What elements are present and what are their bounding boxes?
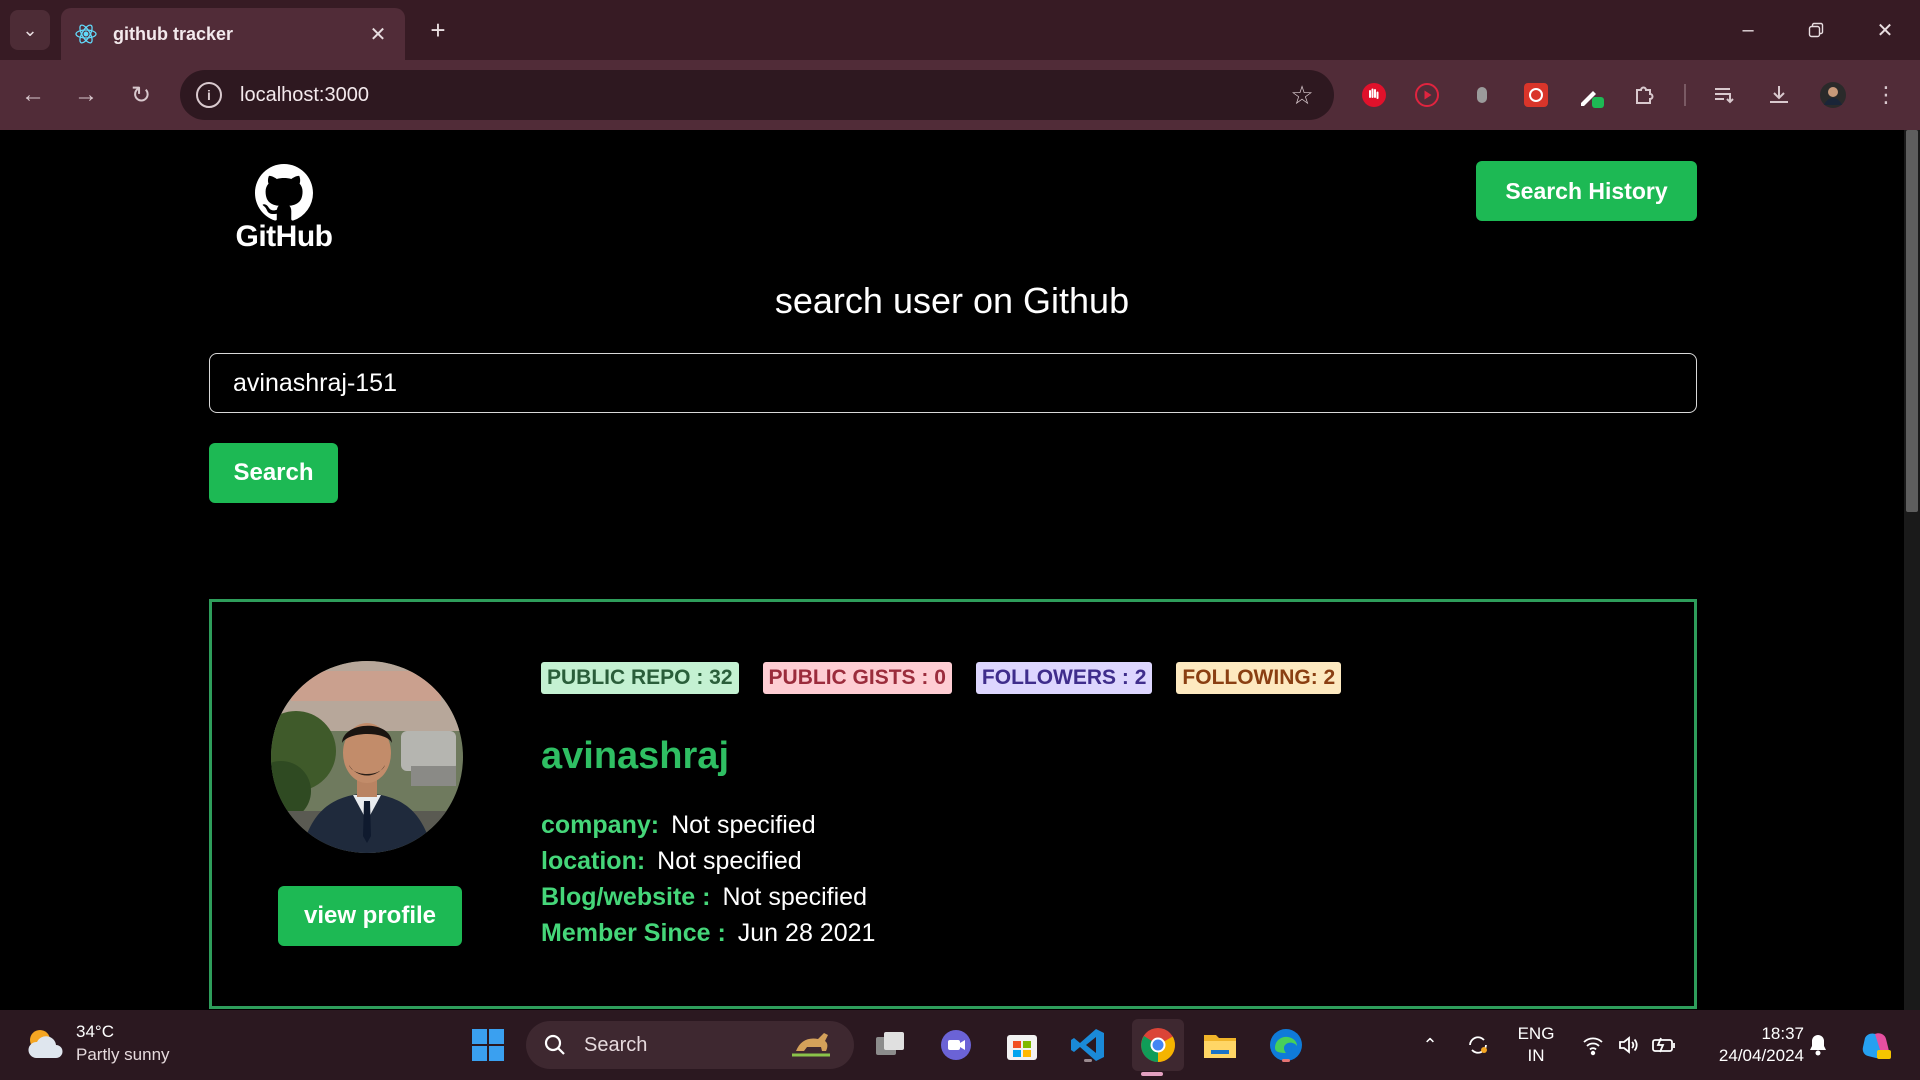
username-search-input[interactable] — [209, 353, 1697, 413]
forward-arrow-icon[interactable]: → — [68, 77, 104, 113]
windows-start-icon[interactable] — [466, 1023, 510, 1067]
reading-list-icon[interactable] — [1708, 78, 1742, 112]
system-clock[interactable]: 18:37 24/04/2024 — [1694, 1023, 1804, 1067]
taskbar: 34°C Partly sunny Search ⌃ ENG IN 18:37 … — [0, 1010, 1920, 1080]
teams-meet-icon[interactable] — [934, 1023, 978, 1067]
sync-icon[interactable] — [1464, 1031, 1492, 1059]
copilot-icon[interactable] — [1858, 1027, 1894, 1063]
colorful-extension-icon[interactable] — [1519, 78, 1553, 112]
extensions-puzzle-icon[interactable] — [1628, 78, 1662, 112]
wifi-icon[interactable] — [1579, 1031, 1607, 1059]
tab-search-menu-button[interactable]: ⌄ — [10, 10, 50, 50]
search-highlight-dog-icon — [784, 1025, 838, 1066]
page-scrollbar[interactable] — [1904, 130, 1920, 1010]
download-icon[interactable] — [1762, 78, 1796, 112]
detail-blog: Blog/website : Not specified — [541, 879, 875, 915]
detail-member-since: Member Since : Jun 28 2021 — [541, 915, 875, 951]
chrome-icon[interactable] — [1132, 1019, 1184, 1071]
detail-value: Jun 28 2021 — [737, 918, 876, 947]
running-indicator — [1084, 1059, 1092, 1062]
chevron-up-icon[interactable]: ⌃ — [1416, 1031, 1444, 1059]
detail-label: location: — [541, 846, 646, 875]
github-logo: GitHub — [235, 164, 333, 254]
language-indicator[interactable]: ENG IN — [1516, 1023, 1556, 1067]
detail-location: location: Not specified — [541, 843, 875, 879]
browser-menu-icon[interactable]: ⋮ — [1869, 78, 1903, 112]
clock-date: 24/04/2024 — [1718, 1046, 1804, 1065]
profile-card: view profile PUBLIC REPO : 32 PUBLIC GIS… — [209, 599, 1697, 1009]
region-code: IN — [1527, 1046, 1545, 1065]
weather-partly-sunny-icon[interactable] — [24, 1024, 66, 1066]
address-url[interactable]: localhost:3000 — [240, 84, 1284, 107]
tab-title: github tracker — [113, 23, 234, 44]
language-code: ENG — [1517, 1024, 1555, 1043]
search-button[interactable]: Search — [209, 443, 338, 503]
weather-description[interactable]: Partly sunny — [76, 1045, 170, 1065]
browser-tabstrip: ⌄ github tracker ✕ + – ✕ — [0, 0, 1920, 60]
browser-tab[interactable]: github tracker ✕ — [61, 8, 405, 60]
vscode-icon[interactable] — [1066, 1023, 1110, 1067]
taskbar-search[interactable]: Search — [526, 1021, 854, 1069]
file-explorer-icon[interactable] — [1198, 1023, 1242, 1067]
edge-icon[interactable] — [1264, 1023, 1308, 1067]
view-profile-button[interactable]: view profile — [278, 886, 462, 946]
search-history-button[interactable]: Search History — [1476, 161, 1697, 221]
stats-badges: PUBLIC REPO : 32 PUBLIC GISTS : 0 FOLLOW… — [541, 662, 1342, 694]
detail-value: Not specified — [722, 882, 867, 911]
profile-avatar-icon[interactable] — [1816, 78, 1850, 112]
restore-icon[interactable] — [1793, 12, 1839, 48]
back-arrow-icon[interactable]: ← — [15, 77, 51, 113]
volume-icon[interactable] — [1614, 1031, 1642, 1059]
public-repo-badge: PUBLIC REPO : 32 — [541, 662, 739, 694]
following-badge: FOLLOWING: 2 — [1176, 662, 1342, 694]
scrollbar-thumb[interactable] — [1906, 130, 1918, 512]
chrome-active-indicator — [1141, 1072, 1163, 1076]
react-favicon-icon — [73, 21, 99, 47]
github-octocat-icon — [255, 164, 313, 221]
notification-bell-icon[interactable] — [1804, 1031, 1832, 1059]
detail-value: Not specified — [657, 846, 802, 875]
address-bar[interactable]: i localhost:3000 ☆ — [180, 70, 1334, 120]
bookmark-star-icon[interactable]: ☆ — [1284, 77, 1320, 113]
followers-badge: FOLLOWERS : 2 — [975, 662, 1153, 694]
user-avatar — [271, 661, 463, 853]
search-icon — [540, 1030, 570, 1060]
profile-details: company: Not specified location: Not spe… — [541, 807, 875, 951]
profile-username: avinashraj — [541, 735, 729, 777]
adblock-extension-icon[interactable] — [1357, 78, 1391, 112]
weather-temperature[interactable]: 34°C — [76, 1022, 114, 1042]
taskbar-search-placeholder: Search — [584, 1033, 648, 1056]
page-title: search user on Github — [774, 280, 1130, 321]
running-indicator — [1282, 1059, 1290, 1062]
reload-icon[interactable]: ↻ — [123, 77, 159, 113]
detail-label: Blog/website : — [541, 882, 711, 911]
detail-value: Not specified — [671, 810, 816, 839]
public-gists-badge: PUBLIC GISTS : 0 — [762, 662, 952, 694]
detail-label: Member Since : — [541, 918, 726, 947]
eyedropper-extension-icon[interactable] — [1574, 78, 1608, 112]
page-content: GitHub Search History search user on Git… — [0, 130, 1904, 1010]
site-info-icon[interactable]: i — [196, 82, 222, 108]
github-logo-text: GitHub — [235, 220, 333, 253]
detail-label: company: — [541, 810, 660, 839]
close-tab-icon[interactable]: ✕ — [363, 19, 393, 49]
minimize-icon[interactable]: – — [1725, 12, 1771, 48]
browser-toolbar: ← → ↻ i localhost:3000 ☆ ⋮ — [0, 60, 1920, 130]
record-extension-icon[interactable] — [1410, 78, 1444, 112]
new-tab-button[interactable]: + — [422, 14, 454, 46]
task-view-icon[interactable] — [868, 1023, 912, 1067]
close-window-icon[interactable]: ✕ — [1862, 12, 1908, 48]
microsoft-store-icon[interactable] — [1000, 1023, 1044, 1067]
toolbar-separator — [1684, 84, 1686, 106]
clock-time: 18:37 — [1761, 1024, 1804, 1043]
battery-icon[interactable] — [1650, 1031, 1678, 1059]
detail-company: company: Not specified — [541, 807, 875, 843]
mouse-extension-icon[interactable] — [1465, 78, 1499, 112]
